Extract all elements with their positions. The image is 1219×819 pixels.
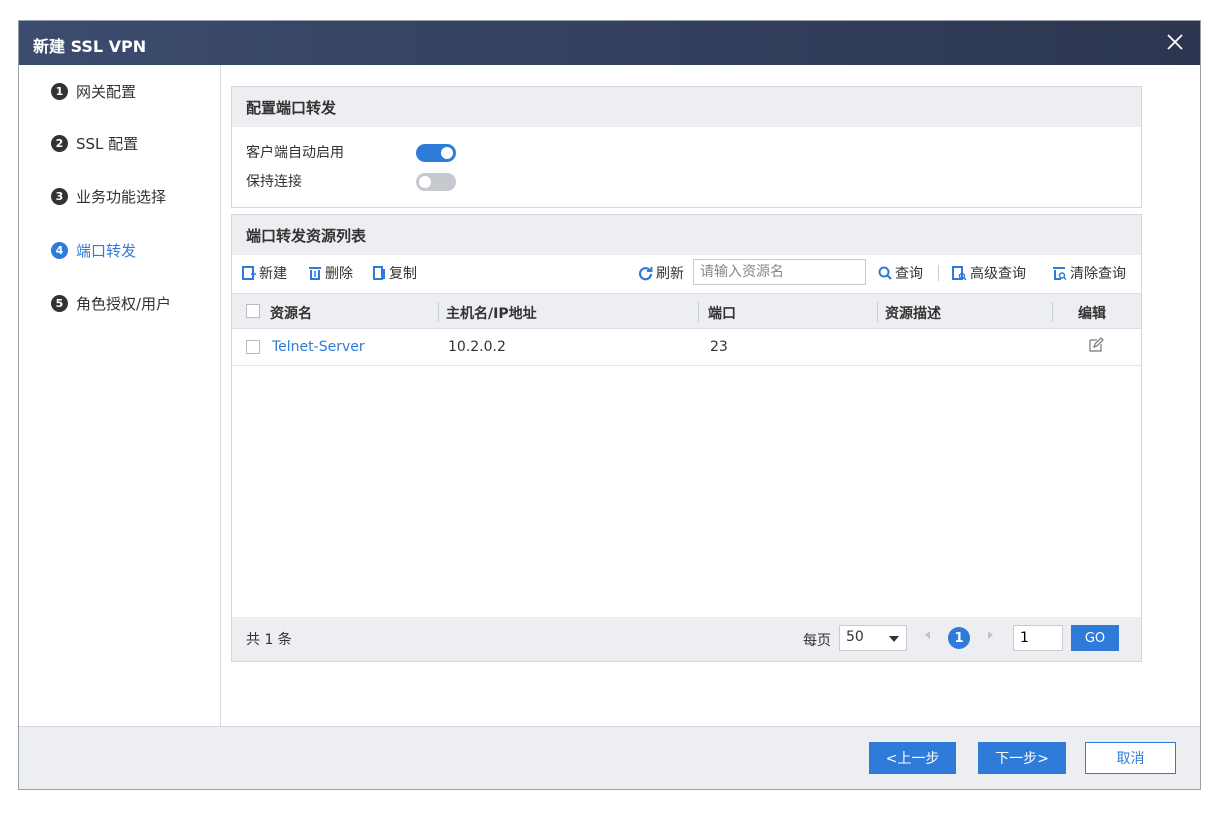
list-toolbar: 新建 删除 复制 刷新 查询 高级查询 [232,257,1141,287]
table-row: Telnet-Server 10.2.0.2 23 [232,329,1141,366]
table-header: 资源名 主机名/IP地址 端口 资源描述 编辑 [232,293,1141,329]
new-ssl-vpn-dialog: 新建 SSL VPN 1 网关配置 2 SSL 配置 3 业务功能选择 4 端口… [18,20,1201,790]
port-forward-config-panel: 配置端口转发 客户端自动启用 保持连接 [231,86,1142,208]
list-panel-title: 端口转发资源列表 [232,215,1141,255]
trash-icon [309,267,321,280]
option-label: 保持连接 [246,174,302,190]
prev-step-button[interactable]: <上一步 [869,742,956,774]
edit-icon[interactable] [1088,337,1104,357]
step-number-1-icon: 1 [51,82,68,100]
pagination-bar: 共 1 条 每页 50 1 GO [232,617,1141,661]
delete-label: 删除 [325,266,353,282]
resource-name-link[interactable]: Telnet-Server [272,339,365,355]
clear-search-icon [1053,266,1067,280]
step-port-forwarding[interactable]: 4 端口转发 [51,239,136,261]
go-button[interactable]: GO [1071,625,1119,651]
prev-page-icon[interactable] [925,631,930,639]
column-header-port[interactable]: 端口 [708,303,736,323]
new-icon [242,266,256,280]
refresh-button[interactable]: 刷新 [638,263,684,283]
close-icon[interactable] [1160,27,1190,57]
dialog-footer: <上一步 下一步> 取消 [19,726,1200,789]
next-step-button[interactable]: 下一步> [978,742,1066,774]
current-page-button[interactable]: 1 [948,627,970,649]
column-divider [438,302,439,322]
refresh-label: 刷新 [656,266,684,282]
step-number-5-icon: 5 [51,294,68,312]
column-header-name[interactable]: 资源名 [270,303,312,323]
port-forward-resource-list-panel: 端口转发资源列表 新建 删除 复制 刷新 查询 [231,214,1142,662]
next-page-icon[interactable] [988,631,993,639]
chevron-down-icon [889,636,899,642]
step-number-3-icon: 3 [51,187,68,205]
column-header-host[interactable]: 主机名/IP地址 [446,303,537,323]
query-label: 查询 [895,266,923,282]
column-divider [1052,302,1053,322]
step-number-4-icon: 4 [51,241,68,259]
dialog-title: 新建 SSL VPN [33,37,147,56]
dialog-titlebar: 新建 SSL VPN [19,21,1200,65]
new-button[interactable]: 新建 [242,263,287,283]
wizard-steps-sidebar: 1 网关配置 2 SSL 配置 3 业务功能选择 4 端口转发 5 角色授权/用… [19,65,221,727]
step-label: SSL 配置 [76,134,139,153]
page-number-input[interactable] [1013,625,1063,651]
column-divider [877,302,878,322]
resource-port: 23 [710,339,728,355]
advanced-query-label: 高级查询 [970,266,1026,282]
config-panel-title: 配置端口转发 [232,87,1141,127]
step-label: 端口转发 [76,241,137,260]
resource-host: 10.2.0.2 [448,339,506,355]
delete-button[interactable]: 删除 [308,263,353,283]
copy-label: 复制 [389,266,417,282]
step-role-user[interactable]: 5 角色授权/用户 [51,292,171,314]
step-number-2-icon: 2 [51,134,68,152]
step-label: 角色授权/用户 [76,294,172,313]
toolbar-divider [938,265,939,281]
resource-search-input[interactable] [693,259,866,285]
clear-query-button[interactable]: 清除查询 [1052,263,1126,283]
copy-button[interactable]: 复制 [372,263,417,283]
row-checkbox[interactable] [246,340,260,354]
copy-icon [373,266,385,280]
search-icon [878,266,892,280]
refresh-icon [638,266,653,280]
select-all-checkbox[interactable] [246,304,260,318]
per-page-label: 每页 [803,633,831,649]
step-label: 网关配置 [76,82,137,101]
step-business-function[interactable]: 3 业务功能选择 [51,185,166,207]
step-gateway-config[interactable]: 1 网关配置 [51,80,136,102]
new-label: 新建 [259,266,287,282]
column-header-edit: 编辑 [1078,306,1106,322]
column-header-description[interactable]: 资源描述 [885,303,941,323]
keep-connection-toggle[interactable] [416,173,456,191]
advanced-query-button[interactable]: 高级查询 [952,263,1026,283]
per-page-select[interactable]: 50 [839,625,907,651]
total-count: 共 1 条 [246,632,292,648]
step-label: 业务功能选择 [76,187,167,206]
cancel-button[interactable]: 取消 [1085,742,1176,774]
client-auto-enable-toggle[interactable] [416,144,456,162]
advanced-search-icon [952,265,967,281]
step-ssl-config[interactable]: 2 SSL 配置 [51,132,138,154]
per-page-value: 50 [846,629,864,645]
clear-query-label: 清除查询 [1070,266,1126,282]
column-divider [698,302,699,322]
query-button[interactable]: 查询 [878,263,923,283]
option-label: 客户端自动启用 [246,145,344,161]
